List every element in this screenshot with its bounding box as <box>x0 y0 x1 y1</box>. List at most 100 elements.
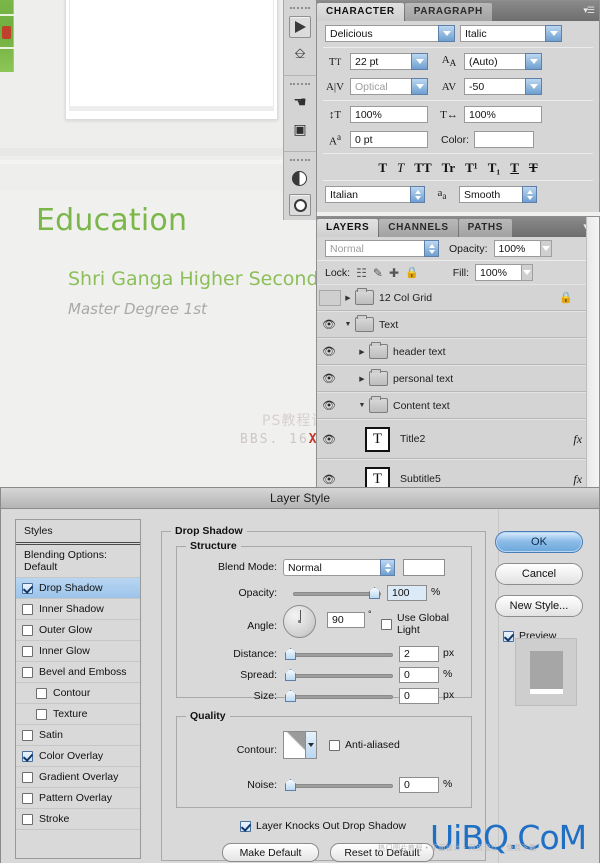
dialog-blend-mode-select[interactable]: Normal <box>283 559 395 576</box>
fx-icon[interactable]: fx <box>573 472 586 487</box>
strikethrough-button[interactable]: T <box>529 160 538 176</box>
table-row[interactable]: ▶ 12 Col Grid 🔒 <box>317 284 599 311</box>
checkbox-icon[interactable] <box>22 624 33 636</box>
chevron-down-icon[interactable]: ▼ <box>355 402 369 409</box>
make-default-button[interactable]: Make Default <box>222 843 319 862</box>
angle-input[interactable]: 90 <box>327 612 365 628</box>
checkbox-icon[interactable] <box>22 666 33 678</box>
table-row[interactable]: 👁 T Title2 fx ▼ <box>317 419 599 459</box>
spinner-icon[interactable] <box>410 186 425 203</box>
leading-select[interactable]: (Auto) <box>464 53 542 70</box>
layer-visibility-toggle[interactable]: 👁 <box>317 372 341 385</box>
baseline-shift-input[interactable]: 0 pt <box>350 131 428 148</box>
adjustments-icon[interactable] <box>289 168 311 190</box>
style-item-blending-options[interactable]: Blending Options: Default <box>16 545 140 578</box>
table-row[interactable]: 👁 ▼ Text <box>317 311 599 338</box>
text-color-swatch[interactable] <box>474 131 535 148</box>
style-item-stroke[interactable]: Stroke <box>16 809 140 830</box>
fx-icon[interactable]: fx <box>573 432 586 447</box>
tab-paths[interactable]: PATHS <box>458 219 513 237</box>
language-select[interactable]: Italian <box>325 186 425 203</box>
chevron-down-icon[interactable] <box>545 25 562 42</box>
chevron-down-icon[interactable] <box>525 78 542 95</box>
layer-visibility-toggle[interactable] <box>317 289 341 306</box>
fill-input[interactable]: 100% <box>475 264 534 281</box>
style-item-color-overlay[interactable]: Color Overlay <box>16 746 140 767</box>
checkbox-icon[interactable] <box>22 645 33 657</box>
vertical-scale-input[interactable]: 100% <box>350 106 428 123</box>
lock-position-icon[interactable]: ✚ <box>389 266 399 280</box>
actions-icon[interactable]: ⎒ <box>289 42 311 64</box>
checkbox-icon[interactable] <box>381 618 392 630</box>
style-item-outer-glow[interactable]: Outer Glow <box>16 620 140 641</box>
checkbox-icon[interactable] <box>22 813 33 825</box>
layer-visibility-toggle[interactable]: 👁 <box>317 473 341 486</box>
checkbox-icon[interactable] <box>240 820 251 832</box>
chevron-right-icon[interactable]: ▶ <box>341 294 355 302</box>
panel-menu-icon[interactable]: ▾☰ <box>583 5 595 16</box>
spread-input[interactable]: 0 <box>399 667 439 683</box>
small-caps-button[interactable]: Tr <box>442 160 455 176</box>
table-row[interactable]: 👁 ▶ personal text <box>317 365 599 392</box>
style-item-texture[interactable]: Texture <box>16 704 140 725</box>
slider-handle[interactable] <box>285 669 296 681</box>
tab-layers[interactable]: LAYERS <box>317 219 379 237</box>
layer-visibility-toggle[interactable]: 👁 <box>317 318 341 331</box>
slider-handle[interactable] <box>285 648 296 660</box>
distance-slider[interactable] <box>283 648 393 662</box>
lock-image-icon[interactable]: ✎ <box>373 266 383 280</box>
shadow-color-swatch[interactable] <box>403 559 445 576</box>
faux-italic-button[interactable]: T <box>397 160 404 176</box>
chevron-right-icon[interactable]: ▶ <box>355 348 369 356</box>
checkbox-icon[interactable] <box>22 771 33 783</box>
checkbox-icon[interactable] <box>503 630 514 642</box>
opacity-input[interactable]: 100 <box>387 585 427 601</box>
size-slider[interactable] <box>283 690 393 704</box>
layer-visibility-toggle[interactable]: 👁 <box>317 399 341 412</box>
masks-icon[interactable] <box>289 194 311 216</box>
chevron-down-icon[interactable] <box>521 264 534 281</box>
table-row[interactable]: 👁 ▼ Content text <box>317 392 599 419</box>
blend-mode-select[interactable]: Normal <box>325 240 439 257</box>
lock-all-icon[interactable]: 🔒 <box>405 266 419 279</box>
new-style-button[interactable]: New Style... <box>495 595 583 617</box>
chevron-down-icon[interactable] <box>525 53 542 70</box>
anti-alias-select[interactable]: Smooth <box>459 186 537 203</box>
tab-channels[interactable]: CHANNELS <box>379 219 458 237</box>
tab-paragraph[interactable]: PARAGRAPH <box>404 3 492 21</box>
style-item-drop-shadow[interactable]: Drop Shadow <box>16 578 140 599</box>
ok-button[interactable]: OK <box>495 531 583 553</box>
style-item-inner-shadow[interactable]: Inner Shadow <box>16 599 140 620</box>
clone-source-icon[interactable]: ▣ <box>289 118 311 140</box>
chevron-down-icon[interactable] <box>411 53 428 70</box>
slider-handle[interactable] <box>285 690 296 702</box>
use-global-light-row[interactable]: Use Global Light <box>381 612 471 636</box>
style-item-bevel-and-emboss[interactable]: Bevel and Emboss <box>16 662 140 683</box>
slider-handle[interactable] <box>285 779 296 791</box>
anti-aliased-row[interactable]: Anti-aliased <box>329 739 400 751</box>
layers-scrollbar[interactable] <box>586 217 599 495</box>
angle-dial[interactable] <box>283 605 316 638</box>
checkbox-icon[interactable] <box>36 708 47 720</box>
checkbox-icon[interactable] <box>36 687 47 699</box>
spread-slider[interactable] <box>283 669 393 683</box>
horizontal-scale-input[interactable]: 100% <box>464 106 542 123</box>
font-size-select[interactable]: 22 pt <box>350 53 428 70</box>
kerning-select[interactable]: Optical <box>350 78 428 95</box>
checkbox-icon[interactable] <box>22 603 33 615</box>
layer-visibility-toggle[interactable]: 👁 <box>317 433 341 446</box>
brush-icon[interactable]: ☚ <box>289 92 311 114</box>
underline-button[interactable]: T <box>510 160 519 176</box>
opacity-input[interactable]: 100% <box>493 240 552 257</box>
subscript-button[interactable]: T₁ <box>488 160 501 176</box>
cancel-button[interactable]: Cancel <box>495 563 583 585</box>
checkbox-icon[interactable] <box>22 582 33 594</box>
knockout-row[interactable]: Layer Knocks Out Drop Shadow <box>240 820 406 832</box>
checkbox-icon[interactable] <box>22 792 33 804</box>
size-input[interactable]: 0 <box>399 688 439 704</box>
slider-handle[interactable] <box>369 587 380 599</box>
style-item-inner-glow[interactable]: Inner Glow <box>16 641 140 662</box>
all-caps-button[interactable]: TT <box>414 160 431 176</box>
spinner-icon[interactable] <box>522 186 537 203</box>
contour-preset-picker[interactable] <box>283 731 317 759</box>
